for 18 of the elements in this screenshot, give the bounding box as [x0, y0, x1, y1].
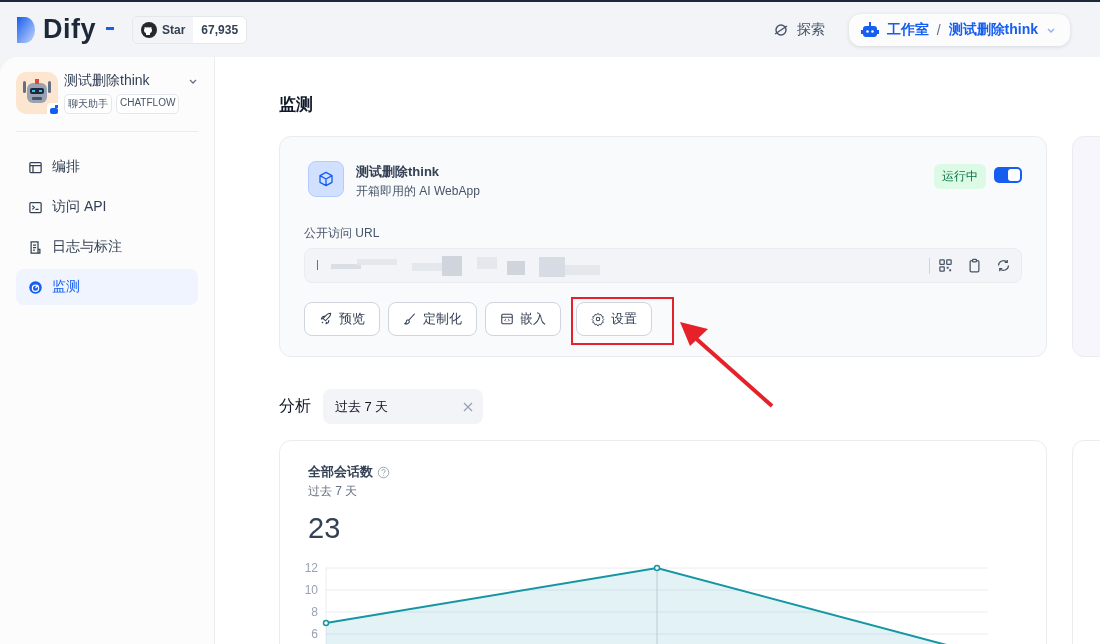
app-tag: 聊天助手 [64, 94, 112, 114]
page-title: 监测 [279, 94, 314, 116]
app-subtitle: 开箱即用的 AI WebApp [356, 183, 481, 200]
logo-text: Dify [43, 14, 96, 45]
axis-tick-label: 8 [311, 605, 318, 619]
status-badge: 运行中 [934, 164, 986, 189]
axis-tick-label: 12 [304, 561, 318, 575]
total-count: 23 [308, 512, 342, 544]
breadcrumb-separator: / [936, 21, 941, 38]
axis-tick-label: 6 [311, 627, 318, 641]
app-name: 测试删除think [64, 72, 150, 90]
chart-title: 全部会话数 [308, 463, 373, 481]
axis-tick-label: 10 [304, 583, 318, 597]
app-title: 测试删除think [356, 163, 441, 181]
url-label: 公开访问 URL [304, 225, 381, 242]
app-tag: CHATFLOW [116, 94, 180, 114]
analysis-heading: 分析 [279, 396, 311, 416]
chart-subtitle: 过去 7 天 [308, 483, 359, 500]
